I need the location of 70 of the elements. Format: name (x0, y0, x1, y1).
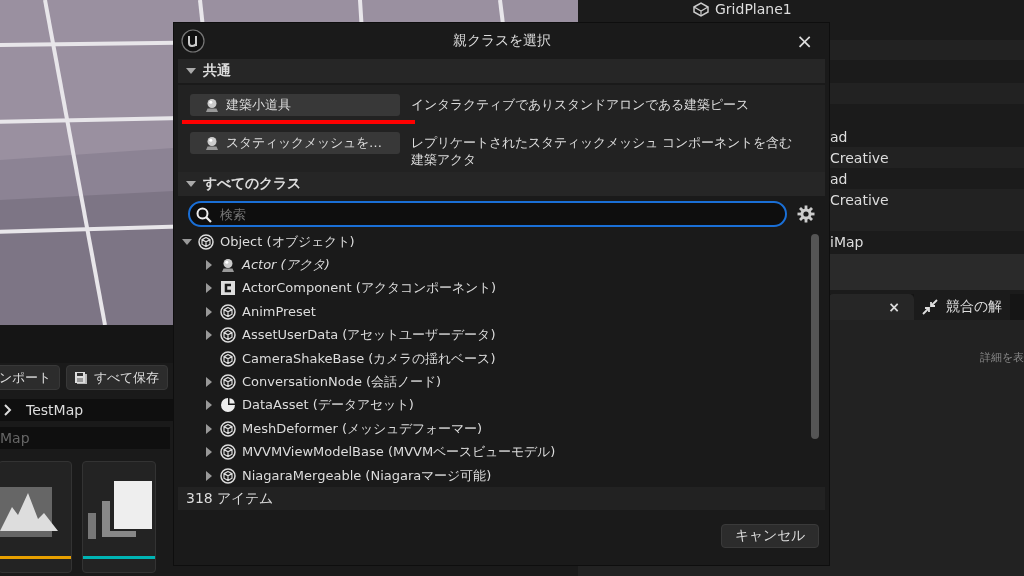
panel-tab[interactable]: × (828, 294, 914, 320)
caret-right-icon (204, 283, 214, 294)
caret-right-icon (204, 423, 214, 434)
caret-down-icon (182, 236, 192, 247)
logo-icon (181, 29, 205, 53)
settings-icon (797, 205, 815, 223)
cube-icon (220, 420, 236, 437)
class-button[interactable]: スタティックメッシュを… (190, 132, 400, 154)
outliner-item[interactable]: Creative (830, 149, 889, 166)
mesh-icon (692, 0, 710, 17)
tree-item[interactable]: ConversationNode (会話ノード) (178, 370, 811, 394)
caret-right-icon (204, 447, 214, 458)
outliner-item[interactable]: Creative (830, 191, 889, 208)
search-icon (196, 207, 212, 223)
close-tab-button[interactable]: × (882, 299, 906, 315)
cube-icon (220, 467, 236, 484)
tree-item[interactable]: Actor (アクタ) (178, 253, 811, 277)
dialog-title: 親クラスを選択 (451, 32, 552, 50)
tree-item[interactable]: MeshDeformer (メッシュデフォーマー) (178, 417, 811, 441)
tree-item[interactable]: AssetUserData (アセットユーザーデータ) (178, 323, 811, 347)
asset-thumbnail[interactable] (82, 461, 156, 573)
caret-right-icon (204, 306, 214, 317)
cube-icon (220, 303, 236, 320)
cube-icon (198, 233, 214, 250)
caret-right-icon (204, 377, 214, 388)
settings-button[interactable] (797, 205, 815, 223)
pie-chart-icon (220, 397, 236, 414)
class-button[interactable]: 建築小道具 (190, 94, 400, 116)
tree-item[interactable]: ActorComponent (アクタコンポーネント) (178, 276, 811, 301)
item-count: 318 アイテム (178, 487, 825, 510)
save-icon (75, 370, 89, 385)
outliner-item[interactable]: ad (830, 170, 848, 187)
caret-right-icon (204, 330, 214, 341)
close-button[interactable]: × (792, 31, 817, 51)
search-field[interactable]: 検索 (188, 201, 787, 227)
caret-right-icon (204, 400, 214, 411)
caret-down-icon (186, 66, 196, 76)
toolbar-button[interactable]: ンポート (0, 365, 60, 390)
tree-item[interactable]: DataAsset (データアセット) (178, 393, 811, 418)
actor-icon (204, 135, 220, 151)
cube-icon (220, 350, 236, 367)
outliner-item[interactable]: ad (830, 128, 848, 145)
actor-icon (204, 97, 220, 113)
outliner-item[interactable]: GridPlane1 (692, 0, 792, 17)
cube-icon (220, 374, 236, 391)
section-header[interactable]: 共通 (178, 59, 825, 83)
caret-down-icon (186, 179, 196, 189)
chevron-right-icon (4, 404, 12, 416)
section-header[interactable]: すべてのクラス (178, 172, 825, 196)
toolbar-button[interactable]: すべて保存 (66, 365, 168, 390)
component-icon (220, 280, 236, 297)
caret-right-icon (204, 470, 214, 481)
class-description: レプリケートされたスタティックメッシュ コンポーネントを含む建築アクタ (411, 134, 794, 168)
cancel-button[interactable]: キャンセル (721, 524, 819, 548)
hint-text: 詳細を表 (980, 350, 1024, 364)
cube-icon (220, 444, 236, 461)
scrollbar-thumb[interactable] (811, 234, 819, 439)
tree-item[interactable]: CameraShakeBase (カメラの揺れベース) (178, 346, 811, 371)
panel-tab[interactable]: 競合の解 (914, 294, 1010, 320)
collapse-arrows-icon (922, 299, 938, 315)
tree-item[interactable]: NiagaraMergeable (Niagaraマージ可能) (178, 463, 811, 487)
outliner-item[interactable]: iMap (830, 233, 864, 250)
cube-icon (220, 327, 236, 344)
asset-thumbnail[interactable] (0, 461, 72, 573)
tree-item[interactable]: Object (オブジェクト) (178, 230, 811, 254)
tree-item[interactable]: AnimPreset (178, 300, 811, 324)
tree-item[interactable]: MVVMViewModelBase (MVVMベースビューモデル) (178, 440, 811, 464)
class-description: インタラクティブでありスタンドアロンである建築ピース (411, 96, 750, 113)
caret-right-icon (204, 260, 214, 271)
actor-icon (220, 257, 236, 274)
